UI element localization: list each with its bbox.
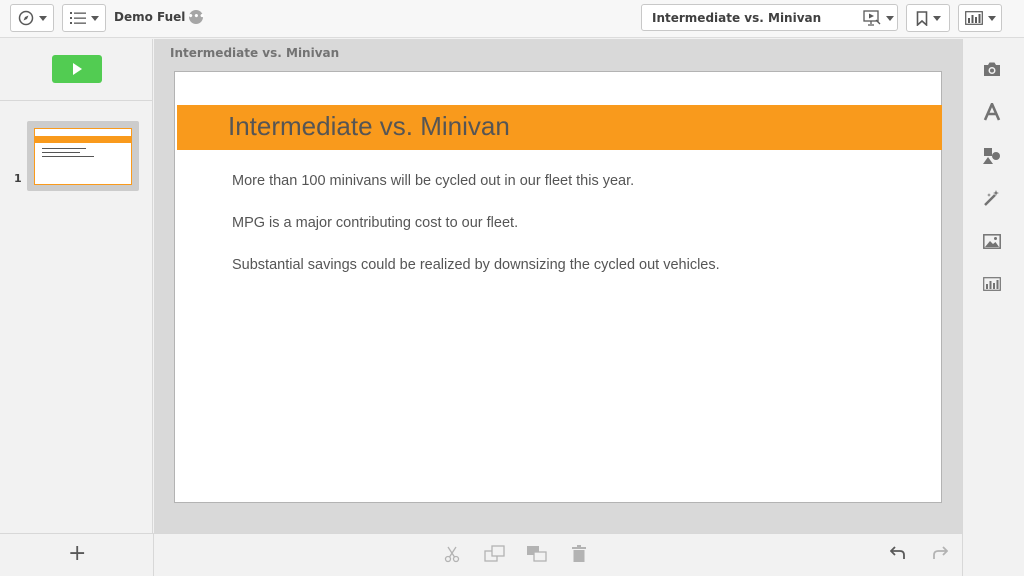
play-story-button[interactable] <box>52 55 102 83</box>
chart-icon[interactable] <box>983 277 1001 291</box>
text-icon[interactable] <box>983 103 1001 121</box>
chevron-down-icon <box>38 15 47 21</box>
redo-icon[interactable] <box>932 545 948 561</box>
app-title: Demo Fuel ••• <box>114 10 205 24</box>
delete-icon[interactable] <box>572 545 586 563</box>
camera-icon[interactable] <box>983 61 1001 77</box>
bookmarks-button[interactable] <box>906 4 950 32</box>
sheet-title: Intermediate vs. Minivan <box>170 46 340 60</box>
menu-button[interactable] <box>62 4 106 32</box>
image-icon[interactable] <box>983 234 1001 249</box>
slide-number: 1 <box>14 172 22 185</box>
slide-heading-banner[interactable]: Intermediate vs. Minivan <box>177 105 942 150</box>
layer-icon[interactable] <box>526 545 548 563</box>
shapes-icon[interactable] <box>983 147 1001 165</box>
thumbnail-text-line <box>42 156 94 157</box>
divider <box>0 100 153 101</box>
slide-body-line[interactable]: MPG is a major contributing cost to our … <box>232 215 518 231</box>
chevron-down-icon <box>987 15 996 21</box>
slide-heading[interactable]: Intermediate vs. Minivan <box>228 111 510 142</box>
slide-body-line[interactable]: More than 100 minivans will be cycled ou… <box>232 173 634 189</box>
bottom-toolbar <box>154 533 962 576</box>
list-icon <box>69 12 86 24</box>
app-name-label: Demo Fuel <box>114 10 186 24</box>
copy-icon[interactable] <box>484 545 506 563</box>
add-slide-button[interactable]: + <box>68 543 86 565</box>
sheets-button[interactable] <box>958 4 1002 32</box>
thumbnail-text-line <box>42 152 80 153</box>
slide-body-line[interactable]: Substantial savings could be realized by… <box>232 257 720 273</box>
thumbnail-text-line <box>42 148 86 149</box>
slide[interactable]: Intermediate vs. Minivan More than 100 m… <box>174 71 942 503</box>
chevron-down-icon <box>932 15 941 21</box>
top-toolbar: Demo Fuel ••• Intermediate vs. Minivan <box>0 0 1024 38</box>
cut-icon[interactable] <box>444 545 460 563</box>
navigation-button[interactable] <box>10 4 54 32</box>
effects-icon[interactable] <box>983 189 1001 207</box>
add-slide-bar: + <box>0 533 154 576</box>
published-status-icon[interactable]: ••• <box>188 10 205 24</box>
story-canvas: Intermediate vs. Minivan Intermediate vs… <box>154 39 962 533</box>
play-icon <box>72 63 82 75</box>
story-selector[interactable]: Intermediate vs. Minivan <box>641 4 898 31</box>
chevron-down-icon <box>90 15 99 21</box>
presentation-play-icon[interactable] <box>863 10 881 26</box>
chart-icon <box>964 11 983 25</box>
slide-thumbnail[interactable] <box>34 128 132 185</box>
thumbnail-banner <box>35 136 131 143</box>
slide-thumbnail-selected[interactable] <box>27 121 139 191</box>
slide-thumbnails-panel: 1 <box>0 39 153 533</box>
compass-icon <box>18 10 33 26</box>
chevron-down-icon[interactable] <box>886 16 894 21</box>
tools-panel <box>962 39 1024 576</box>
story-title-label: Intermediate vs. Minivan <box>652 11 822 25</box>
undo-icon[interactable] <box>890 545 906 561</box>
bookmark-icon <box>916 10 927 26</box>
